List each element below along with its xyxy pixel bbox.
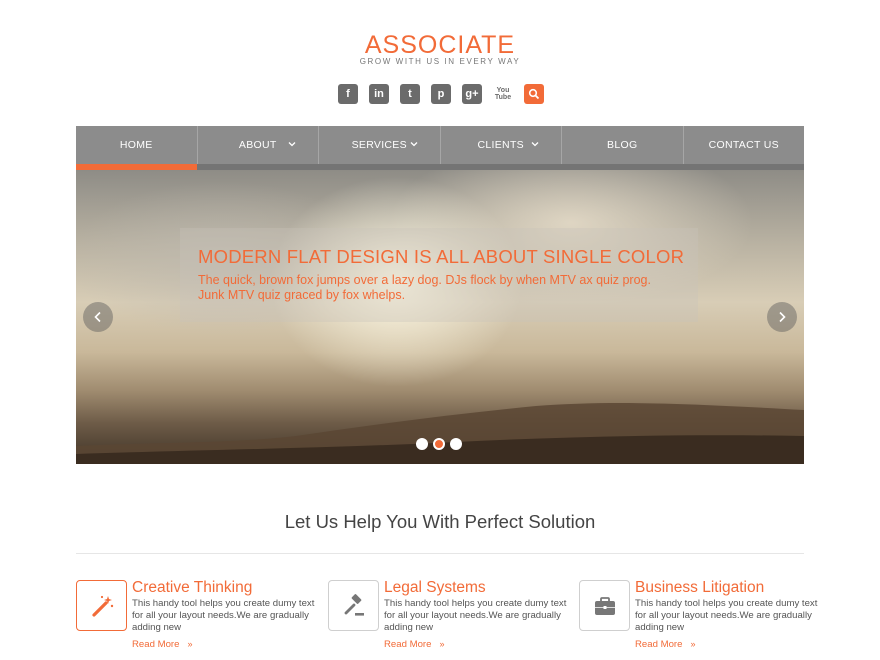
- slider-pagination: [416, 438, 462, 450]
- feature-icon-box: [76, 580, 127, 631]
- hero-slider: MODERN FLAT DESIGN IS ALL ABOUT SINGLE C…: [76, 170, 804, 464]
- facebook-icon[interactable]: f: [338, 84, 358, 104]
- nav-label: CONTACT US: [708, 139, 779, 151]
- feature-creative-thinking: Creative Thinking This handy tool helps …: [76, 579, 316, 650]
- read-more-label: Read More: [132, 639, 180, 650]
- pinterest-icon[interactable]: p: [431, 84, 451, 104]
- double-chevron-right-icon: »: [690, 639, 696, 649]
- chevron-down-icon: [288, 142, 296, 147]
- read-more-link[interactable]: Read More »: [132, 639, 192, 650]
- read-more-link[interactable]: Read More »: [384, 639, 444, 650]
- feature-title: Creative Thinking: [132, 579, 253, 596]
- nav-item-contact[interactable]: CONTACT US: [683, 126, 804, 164]
- chevron-left-icon: [94, 311, 101, 323]
- read-more-link[interactable]: Read More »: [635, 639, 695, 650]
- nav-item-blog[interactable]: BLOG: [562, 126, 684, 164]
- nav-label: HOME: [119, 139, 153, 151]
- double-chevron-right-icon: »: [439, 639, 445, 649]
- magic-wand-icon: [91, 595, 113, 617]
- feature-title: Business Litigation: [635, 579, 765, 596]
- twitter-icon[interactable]: t: [400, 84, 420, 104]
- nav-item-about[interactable]: ABOUT: [197, 126, 319, 164]
- briefcase-icon: [594, 596, 615, 615]
- feature-title: Legal Systems: [384, 579, 486, 596]
- nav-item-clients[interactable]: CLIENTS: [440, 126, 562, 164]
- chevron-down-icon: [410, 142, 417, 147]
- nav-label: SERVICES: [351, 139, 407, 151]
- slider-dot[interactable]: [416, 438, 428, 450]
- feature-icon-box: [328, 580, 379, 631]
- logo-title: ASSOCIATE: [364, 31, 516, 59]
- feature-legal-systems: Legal Systems This handy tool helps you …: [328, 579, 568, 650]
- nav-label: ABOUT: [238, 139, 277, 151]
- youtube-icon[interactable]: You Tube: [493, 84, 513, 104]
- slider-next-button[interactable]: [767, 302, 797, 332]
- section-divider: [76, 553, 804, 554]
- feature-text: This handy tool helps you create dumy te…: [132, 598, 315, 633]
- search-icon[interactable]: [524, 84, 544, 104]
- chevron-down-icon: [531, 142, 539, 147]
- linkedin-icon[interactable]: in: [369, 84, 389, 104]
- section-title: Let Us Help You With Perfect Solution: [284, 511, 596, 532]
- google-plus-icon[interactable]: g+: [462, 84, 482, 104]
- gavel-icon: [344, 593, 364, 616]
- feature-text: This handy tool helps you create dumy te…: [635, 598, 818, 633]
- social-links: f in t p g+ You Tube: [338, 84, 544, 104]
- double-chevron-right-icon: »: [187, 639, 193, 649]
- feature-text: This handy tool helps you create dumy te…: [384, 598, 567, 633]
- slider-dot-active[interactable]: [433, 438, 445, 450]
- feature-icon-box: [579, 580, 630, 631]
- nav-item-services[interactable]: SERVICES: [319, 126, 441, 164]
- landscape-hills: [76, 403, 804, 464]
- site-logo[interactable]: ASSOCIATE GROW WITH US IN EVERY WAY: [0, 30, 880, 66]
- slide-title: MODERN FLAT DESIGN IS ALL ABOUT SINGLE C…: [198, 246, 685, 267]
- nav-label: CLIENTS: [477, 139, 524, 151]
- slider-prev-button[interactable]: [83, 302, 113, 332]
- nav-item-home[interactable]: HOME: [76, 126, 198, 164]
- read-more-label: Read More: [384, 639, 432, 650]
- slide-text: The quick, brown fox jumps over a lazy d…: [198, 273, 651, 302]
- nav-label: BLOG: [607, 139, 638, 151]
- slider-dot[interactable]: [450, 438, 462, 450]
- chevron-right-icon: [779, 311, 786, 323]
- logo-tagline: GROW WITH US IN EVERY WAY: [359, 57, 521, 66]
- read-more-label: Read More: [635, 639, 683, 650]
- feature-business-litigation: Business Litigation This handy tool help…: [579, 579, 819, 650]
